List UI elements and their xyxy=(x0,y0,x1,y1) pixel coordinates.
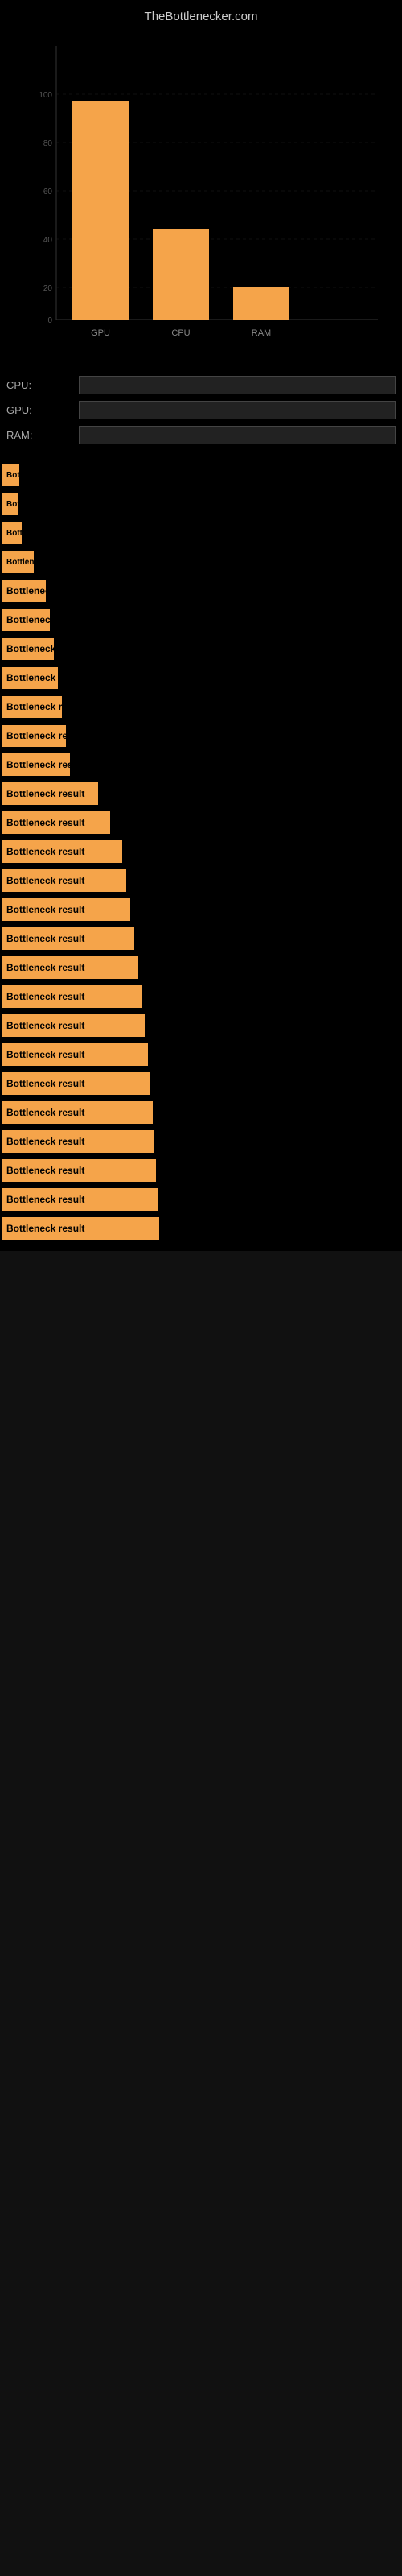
svg-text:0: 0 xyxy=(47,316,52,325)
result-bar-21: Bottleneck result xyxy=(2,1072,150,1095)
result-row-11: Bottleneck result xyxy=(0,782,402,805)
svg-text:20: 20 xyxy=(43,284,53,293)
svg-text:RAM: RAM xyxy=(252,328,271,338)
result-row-6: Bottleneck result xyxy=(0,638,402,660)
result-row-20: Bottleneck result xyxy=(0,1043,402,1066)
result-bar-15: Bottleneck result xyxy=(2,898,130,921)
result-bar-8: Bottleneck result xyxy=(2,696,62,718)
result-bar-5: Bottleneck result xyxy=(2,609,50,631)
result-bar-6: Bottleneck result xyxy=(2,638,54,660)
result-bar-1: Bot xyxy=(2,493,18,515)
result-bar-3: Bottleneck result xyxy=(2,551,34,573)
result-row-14: Bottleneck result xyxy=(0,869,402,892)
result-row-9: Bottleneck result xyxy=(0,724,402,747)
result-bar-9: Bottleneck result xyxy=(2,724,66,747)
result-row-24: Bottleneck result xyxy=(0,1159,402,1182)
result-row-13: Bottleneck result xyxy=(0,840,402,863)
results-list: Bot Bot Bottlene Bottleneck result Bottlenec… xyxy=(0,459,402,1251)
result-bar-2: Bottlene xyxy=(2,522,22,544)
result-bar-11: Bottleneck result xyxy=(2,782,98,805)
result-bar-13: Bottleneck result xyxy=(2,840,122,863)
form-section: CPU: GPU: RAM: xyxy=(0,368,402,459)
gpu-label: GPU: xyxy=(6,404,79,416)
result-bar-24: Bottleneck result xyxy=(2,1159,156,1182)
result-bar-26: Bottleneck result xyxy=(2,1217,159,1240)
result-bar-0: Bot xyxy=(2,464,19,486)
result-row-10: Bottleneck result xyxy=(0,753,402,776)
gpu-row: GPU: xyxy=(6,401,396,419)
result-row-4: Bottleneck result xyxy=(0,580,402,602)
result-row-21: Bottleneck result xyxy=(0,1072,402,1095)
result-row-3: Bottleneck result xyxy=(0,551,402,573)
cpu-label: CPU: xyxy=(6,379,79,391)
svg-text:CPU: CPU xyxy=(171,328,190,338)
result-row-16: Bottleneck result xyxy=(0,927,402,950)
result-row-5: Bottleneck result xyxy=(0,609,402,631)
page-container: TheBottlenecker.com 100 80 60 40 20 0 xyxy=(0,0,402,1251)
result-bar-16: Bottleneck result xyxy=(2,927,134,950)
svg-text:80: 80 xyxy=(43,139,53,148)
site-title: TheBottlenecker.com xyxy=(0,0,402,30)
bar-chart: 100 80 60 40 20 0 GPU CPU RAM xyxy=(0,30,402,368)
result-row-17: Bottleneck result xyxy=(0,956,402,979)
result-bar-4: Bottleneck result xyxy=(2,580,46,602)
ram-input[interactable] xyxy=(79,426,396,444)
result-row-25: Bottleneck result xyxy=(0,1188,402,1211)
gpu-input[interactable] xyxy=(79,401,396,419)
result-bar-20: Bottleneck result xyxy=(2,1043,148,1066)
result-row-7: Bottleneck result xyxy=(0,667,402,689)
result-row-0: Bot xyxy=(0,464,402,486)
cpu-row: CPU: xyxy=(6,376,396,394)
result-row-26: Bottleneck result xyxy=(0,1217,402,1240)
result-bar-19: Bottleneck result xyxy=(2,1014,145,1037)
site-title-text: TheBottlenecker.com xyxy=(145,10,258,23)
result-row-2: Bottlene xyxy=(0,522,402,544)
chart-area: 100 80 60 40 20 0 GPU CPU RAM xyxy=(0,30,402,368)
svg-text:60: 60 xyxy=(43,188,53,196)
cpu-input[interactable] xyxy=(79,376,396,394)
svg-text:40: 40 xyxy=(43,236,53,245)
ram-row: RAM: xyxy=(6,426,396,444)
result-row-22: Bottleneck result xyxy=(0,1101,402,1124)
result-row-18: Bottleneck result xyxy=(0,985,402,1008)
result-bar-14: Bottleneck result xyxy=(2,869,126,892)
result-bar-17: Bottleneck result xyxy=(2,956,138,979)
result-row-12: Bottleneck result xyxy=(0,811,402,834)
result-row-1: Bot xyxy=(0,493,402,515)
result-bar-10: Bottleneck result xyxy=(2,753,70,776)
svg-text:100: 100 xyxy=(39,91,52,100)
result-bar-7: Bottleneck result xyxy=(2,667,58,689)
result-bar-22: Bottleneck result xyxy=(2,1101,153,1124)
result-row-8: Bottleneck result xyxy=(0,696,402,718)
result-bar-18: Bottleneck result xyxy=(2,985,142,1008)
result-bar-25: Bottleneck result xyxy=(2,1188,158,1211)
svg-text:GPU: GPU xyxy=(91,328,110,338)
result-bar-23: Bottleneck result xyxy=(2,1130,154,1153)
ram-label: RAM: xyxy=(6,429,79,441)
result-row-15: Bottleneck result xyxy=(0,898,402,921)
result-row-23: Bottleneck result xyxy=(0,1130,402,1153)
result-row-19: Bottleneck result xyxy=(0,1014,402,1037)
result-bar-12: Bottleneck result xyxy=(2,811,110,834)
